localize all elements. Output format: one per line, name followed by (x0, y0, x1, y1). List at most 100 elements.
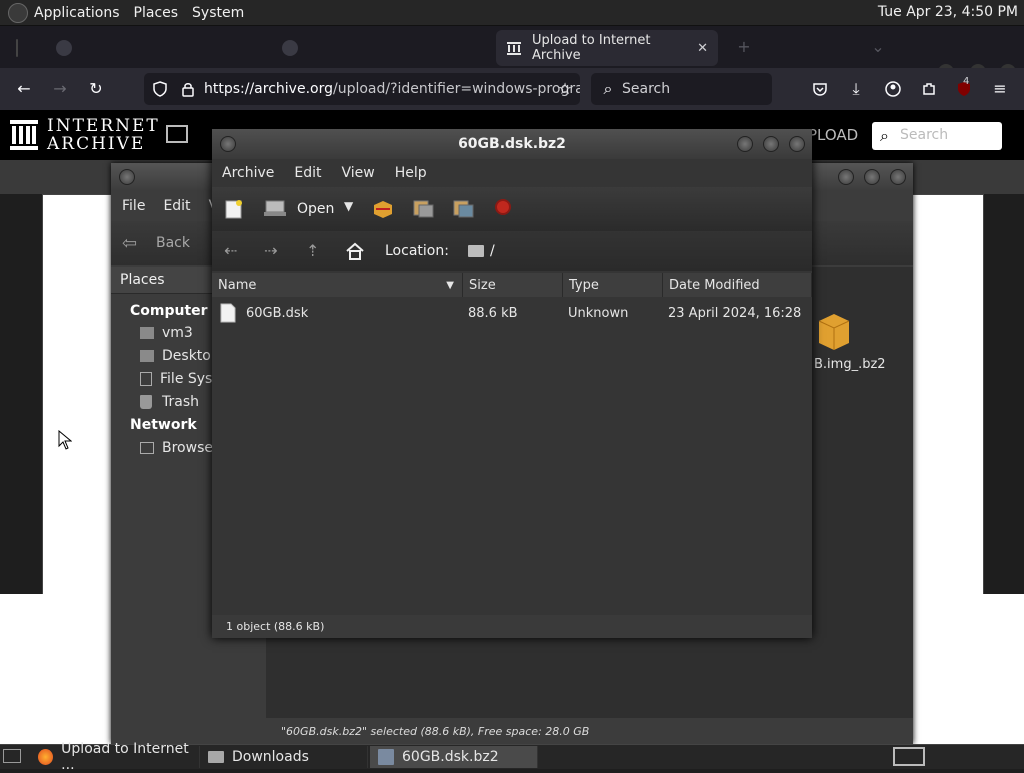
account-icon[interactable] (885, 81, 901, 97)
tab-background-1[interactable] (46, 30, 266, 66)
close-tab-icon[interactable]: ✕ (697, 41, 708, 56)
column-name[interactable]: Name ▼ (212, 273, 463, 297)
archive-statusbar: 1 object (88.6 kB) (212, 615, 812, 638)
taskbar-item-firefox[interactable]: Upload to Internet ... (30, 741, 200, 773)
taskbar-item-archive-manager[interactable]: 60GB.dsk.bz2 (370, 746, 538, 768)
web-nav-icon[interactable] (166, 125, 188, 143)
column-type[interactable]: Type (563, 273, 663, 297)
applications-menu[interactable]: Applications (34, 5, 120, 21)
bookmark-star-icon[interactable]: ☆ (557, 81, 573, 97)
ia-search-box[interactable]: ⌕ Search (872, 122, 1002, 150)
reload-icon[interactable]: ↻ (88, 81, 104, 97)
menu-help[interactable]: Help (395, 165, 427, 181)
system-menu[interactable]: System (192, 5, 244, 21)
add-files-icon[interactable] (412, 197, 434, 223)
ia-logo-text[interactable]: INTERNET ARCHIVE (47, 117, 160, 153)
archive-favicon-icon (506, 40, 522, 56)
menu-edit[interactable]: Edit (294, 165, 321, 181)
mouse-pointer-icon (58, 429, 73, 454)
caja-statusbar: "60GB.dsk.bz2" selected (88.6 kB), Free … (281, 724, 590, 738)
minimize-window-icon[interactable] (737, 136, 753, 152)
places-menu[interactable]: Places (134, 5, 179, 21)
menu-view[interactable]: View (342, 165, 375, 181)
minimize-window-icon[interactable] (838, 169, 854, 185)
up-arrow-icon[interactable]: ⇡ (306, 241, 319, 260)
column-date-modified[interactable]: Date Modified (663, 273, 812, 297)
trash-icon (140, 395, 152, 409)
window-menu-icon[interactable] (119, 169, 135, 185)
home-icon[interactable] (345, 241, 365, 265)
add-folder-icon[interactable] (452, 197, 474, 223)
menu-archive[interactable]: Archive (222, 165, 274, 181)
sidebar-item-trash[interactable]: Trash (140, 394, 199, 410)
search-icon: ⌕ (603, 79, 613, 98)
open-archive-icon[interactable] (264, 199, 286, 221)
new-archive-button[interactable] (224, 199, 244, 223)
maximize-window-icon[interactable] (763, 136, 779, 152)
clock[interactable]: Tue Apr 23, 4:50 PM (878, 4, 1018, 20)
tab-overview-icon[interactable] (6, 30, 26, 66)
close-window-icon[interactable] (890, 169, 906, 185)
archive-toolbar: Open ▼ (212, 187, 812, 231)
url-bar[interactable]: https://archive.org/upload/?identifier=w… (144, 73, 580, 105)
back-button[interactable]: Back (156, 235, 190, 251)
extensions-icon[interactable] (921, 81, 937, 97)
archive-favicon-icon (282, 40, 298, 56)
archive-manager-icon (378, 749, 394, 765)
taskbar-item-downloads[interactable]: Downloads (200, 746, 368, 768)
browser-search-box[interactable]: Search (591, 73, 772, 105)
pocket-icon[interactable] (812, 81, 828, 97)
sort-down-icon: ▼ (446, 279, 454, 291)
table-row[interactable]: 60GB.dsk 88.6 kB Unknown 23 April 2024, … (212, 303, 812, 327)
search-icon: ⌕ (880, 126, 889, 145)
forward-arrow-icon[interactable]: → (52, 81, 68, 97)
back-arrow-icon[interactable]: ⇠ (224, 241, 237, 260)
new-tab-icon[interactable]: + (736, 39, 752, 55)
tab-upload-internet-archive[interactable]: Upload to Internet Archive ✕ (496, 30, 718, 66)
show-desktop-icon[interactable] (3, 749, 21, 763)
folder-icon (468, 245, 484, 257)
close-window-icon[interactable] (789, 136, 805, 152)
sidebar-item-vm3[interactable]: vm3 (140, 325, 193, 341)
back-arrow-icon[interactable]: ⇦ (122, 233, 137, 254)
menu-edit[interactable]: Edit (163, 198, 190, 214)
hamburger-menu-icon[interactable]: ≡ (992, 81, 1008, 97)
open-button[interactable]: Open (297, 201, 334, 217)
stop-icon[interactable] (495, 199, 511, 215)
location-path[interactable]: / (490, 243, 495, 259)
top-panel: Applications Places System Tue Apr 23, 4… (0, 0, 1024, 26)
maximize-window-icon[interactable] (864, 169, 880, 185)
ia-logo-icon[interactable] (10, 120, 38, 154)
column-size[interactable]: Size (463, 273, 563, 297)
bottom-taskbar: Upload to Internet ... Downloads 60GB.ds… (0, 741, 1024, 773)
cell-modified: 23 April 2024, 16:28 (668, 306, 802, 321)
archive-file-icon[interactable] (814, 311, 854, 355)
menu-file[interactable]: File (122, 198, 145, 214)
distro-logo-icon[interactable] (8, 2, 28, 23)
list-tabs-icon[interactable]: ⌄ (870, 39, 886, 55)
window-title[interactable]: 60GB.dsk.bz2 (212, 129, 812, 159)
network-heading: Network (130, 417, 197, 433)
forward-arrow-icon[interactable]: ⇢ (264, 241, 277, 260)
folder-icon (208, 751, 224, 763)
workspace-switcher-icon[interactable] (893, 747, 925, 766)
back-arrow-icon[interactable]: ← (16, 81, 32, 97)
filesystem-icon (140, 372, 152, 386)
upload-link[interactable]: PLOAD (808, 126, 858, 144)
window-menu-icon[interactable] (220, 136, 236, 152)
extract-files-icon[interactable] (372, 199, 394, 223)
cell-size: 88.6 kB (468, 306, 518, 321)
shield-icon[interactable] (152, 81, 168, 97)
file-label[interactable]: B.img_.bz2 (814, 357, 886, 372)
url-host: https://archive.org (204, 81, 333, 97)
location-bar: ⇠ ⇢ ⇡ Location: / (212, 231, 812, 271)
sidebar-item-desktop[interactable]: Desktop (140, 348, 220, 364)
lock-icon[interactable] (180, 81, 196, 97)
file-icon (220, 303, 236, 327)
archive-favicon-icon (56, 40, 72, 56)
downloads-icon[interactable]: ⤓ (848, 81, 864, 97)
open-dropdown-arrow-icon[interactable]: ▼ (344, 199, 353, 213)
sidebar-item-filesystem[interactable]: File Syst (140, 371, 218, 387)
tab-background-2[interactable] (272, 30, 492, 66)
browser-tab-strip: Upload to Internet Archive ✕ + ⌄ (0, 26, 1024, 80)
